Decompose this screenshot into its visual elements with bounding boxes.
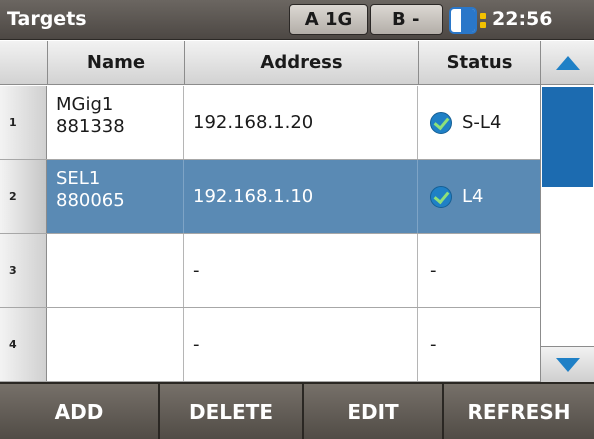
scroll-up-arrow-icon [555,55,580,70]
delete-button[interactable]: DELETE [160,384,304,439]
target-status: L4 [462,186,484,207]
column-header-address[interactable]: Address [185,41,419,85]
row-number: 2 [0,160,47,233]
row-number: 4 [0,308,47,381]
refresh-button[interactable]: REFRESH [444,384,594,439]
check-icon [430,111,452,134]
target-address: 192.168.1.10 [185,160,418,233]
check-icon [430,185,452,208]
target-status-cell: S-L4 [419,86,540,159]
target-serial: 881338 [56,116,125,137]
targets-screen: Targets A 1G B - 22:56 Name Address Stat… [0,0,594,439]
clock: 22:56 [492,8,553,30]
table-row-selected[interactable]: 2 SEL1 880065 192.168.1.10 L4 [0,160,540,234]
column-header-name[interactable]: Name [48,41,185,85]
power-plug-icon [478,13,488,29]
target-address: - [185,308,418,381]
target-status-cell: L4 [419,160,540,233]
port-b-status[interactable]: B - [370,4,443,35]
target-name-cell: MGig1 881338 [48,86,184,159]
targets-table: Name Address Status 1 MGig1 881338 192.1… [0,41,540,382]
port-a-status[interactable]: A 1G [289,4,368,35]
row-number: 3 [0,234,47,307]
target-name-cell [48,308,184,381]
scroll-up-button[interactable] [541,41,594,85]
battery-icon [449,7,477,34]
add-button[interactable]: ADD [0,384,160,439]
target-address: - [185,234,418,307]
page-title: Targets [7,8,87,30]
target-name: MGig1 [56,94,114,115]
row-number: 1 [0,86,47,159]
scrollbar-thumb[interactable] [542,87,593,187]
softkey-bar: ADD DELETE EDIT REFRESH [0,382,594,439]
target-status: S-L4 [462,112,502,133]
title-bar: Targets A 1G B - 22:56 [0,0,594,40]
scroll-down-button[interactable] [541,346,594,382]
target-name-cell: SEL1 880065 [48,160,184,233]
target-status: - [430,334,437,355]
target-name: SEL1 [56,168,101,189]
vertical-scrollbar[interactable] [540,41,594,382]
target-name-cell [48,234,184,307]
table-row[interactable]: 3 - - [0,234,540,308]
scroll-down-arrow-icon [555,357,580,372]
target-status: - [430,260,437,281]
target-serial: 880065 [56,190,125,211]
target-address: 192.168.1.20 [185,86,418,159]
row-number-header [0,41,48,85]
table-row[interactable]: 4 - - [0,308,540,382]
column-header-status[interactable]: Status [419,41,540,85]
table-row[interactable]: 1 MGig1 881338 192.168.1.20 S-L4 [0,86,540,160]
edit-button[interactable]: EDIT [304,384,444,439]
